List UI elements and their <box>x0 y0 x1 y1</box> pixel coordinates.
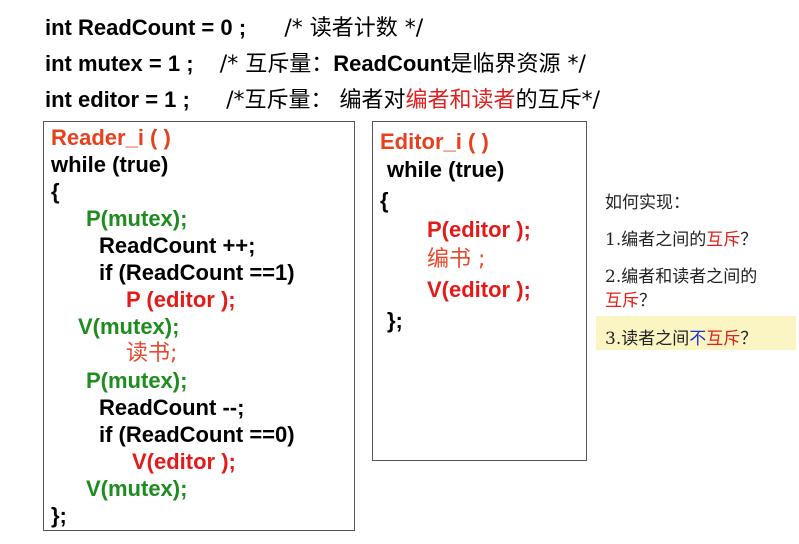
editor-comment: /*互斥量： 编者对编者和读者的互斥*/ <box>226 88 600 113</box>
reader-line-open-brace: { <box>51 179 60 204</box>
reader-title: Reader_i ( ) <box>51 125 171 150</box>
editor-line-while: while (true) <box>387 157 505 182</box>
question-2-line-1: 2.编者和读者之间的 <box>605 267 758 287</box>
question-3: 3.读者之间不互斥？ <box>605 329 758 349</box>
reader-line-v-mutex-2: V(mutex); <box>86 476 188 501</box>
header-line-1: int ReadCount = 0 ; /* 读者计数 */ <box>45 10 423 42</box>
readcount-decl: int ReadCount = 0 ; <box>45 15 247 40</box>
reader-line-readcount-dec: ReadCount --; <box>99 395 245 420</box>
reader-line-if-1: if (ReadCount ==1) <box>99 260 295 285</box>
reader-line-readcount-inc: ReadCount ++; <box>99 233 256 258</box>
reader-line-close-brace: }; <box>51 503 67 528</box>
editor-decl: int editor = 1 ; <box>45 87 190 112</box>
reader-line-p-mutex-1: P(mutex); <box>86 206 188 231</box>
editor-line-close-brace: }; <box>387 308 403 333</box>
header-line-2: int mutex = 1 ; /* 互斥量：ReadCount是临界资源 */ <box>45 46 586 78</box>
reader-line-if-0: if (ReadCount ==0) <box>99 422 295 447</box>
mutex-decl: int mutex = 1 ; <box>45 51 194 76</box>
side-heading: 如何实现： <box>605 193 690 213</box>
header-line-3: int editor = 1 ; /*互斥量： 编者对编者和读者的互斥*/ <box>45 82 600 114</box>
editor-line-edit-book: 编书 ; <box>427 247 486 272</box>
mutex-comment: /* 互斥量：ReadCount是临界资源 */ <box>219 51 586 77</box>
reader-line-p-mutex-2: P(mutex); <box>86 368 188 393</box>
editor-line-p-editor: P(editor ); <box>427 217 531 242</box>
editor-title: Editor_i ( ) <box>380 129 489 154</box>
reader-line-v-mutex-1: V(mutex); <box>78 314 180 339</box>
editor-line-open-brace: { <box>380 188 389 213</box>
reader-line-v-editor: V(editor ); <box>132 449 236 474</box>
question-2-line-2: 互斥？ <box>605 291 656 311</box>
reader-line-while: while (true) <box>51 152 169 177</box>
editor-line-v-editor: V(editor ); <box>427 277 531 302</box>
question-1: 1.编者之间的互斥？ <box>605 230 758 250</box>
reader-line-p-editor: P (editor ); <box>126 287 236 312</box>
reader-line-read-book: 读书; <box>126 341 178 366</box>
readcount-comment: /* 读者计数 */ <box>284 16 424 41</box>
